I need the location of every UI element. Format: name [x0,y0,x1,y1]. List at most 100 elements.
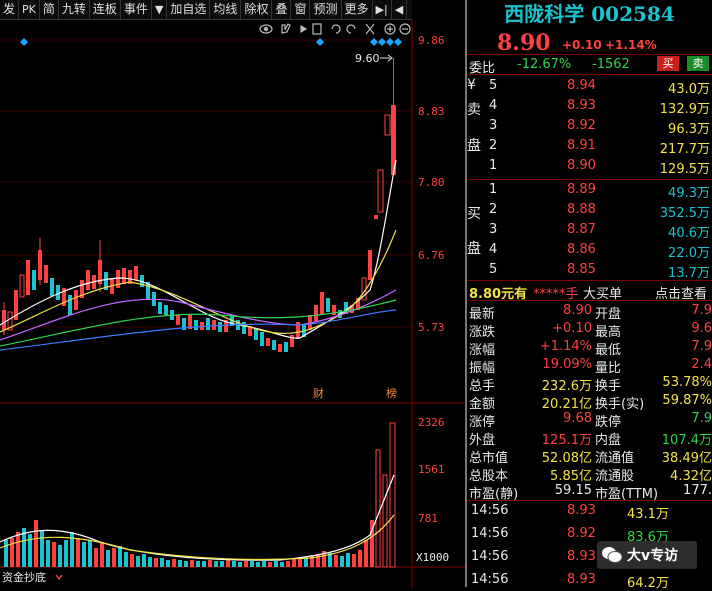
stat-label: 涨跌 [469,325,496,340]
stat-label: 涨幅 [469,343,496,358]
bid-volume: 13.7万 [668,266,710,281]
undo-icon [331,24,341,34]
ask-level: 3 [489,118,498,133]
toolbar-forward-icon[interactable]: ▶| [373,0,392,19]
tick-volume: 43.1万 [627,507,669,522]
price-tick: 9.86 [418,34,445,47]
tick-price: 8.92 [567,526,596,541]
pin-icon [312,23,322,35]
ask-level: 2 [489,138,498,153]
divider [467,500,712,501]
kline-chart[interactable]: 9.60 财 榜 9.86 8.83 7.80 6.76 5.73 2326 1… [0,20,465,587]
tick-price: 8.93 [567,549,596,564]
toolbar-btn-ma[interactable]: 均线 [210,0,242,19]
tick-price: 8.93 [567,503,596,518]
bid-price: 8.87 [567,222,596,237]
price-change-pct: +1.14% [605,38,657,52]
ask-row[interactable]: 4 8.93 132.9万 [467,98,712,117]
ask-row[interactable]: 3 8.92 96.3万 [467,118,712,137]
tick-time: 14:56 [471,549,509,564]
toolbar-btn-fa[interactable]: 发 [0,0,20,19]
event-marker-icon [394,38,402,46]
toolbar-btn-jiuzhuan[interactable]: 九转 [59,0,90,19]
toolbar-btn-predict[interactable]: 预测 [310,0,342,19]
stat-row: 金额 20.21亿 换手(实) 59.87% [467,393,712,412]
buy-button[interactable]: 买 [657,56,679,71]
stat-label: 流通值 [595,451,635,466]
bid-price: 8.86 [567,242,596,257]
event-tag-finance: 财 [313,386,324,400]
tick-time: 14:56 [471,503,509,518]
ask-price: 8.93 [567,98,596,113]
big-order-bar[interactable]: 8.80元有 *****手 大买单 点击查看 [467,283,712,302]
stat-label: 涨停 [469,415,496,430]
stat-label: 振幅 [469,361,496,376]
chevron-down-icon [55,574,63,580]
stat-value: 7.9 [691,411,712,426]
bid-level: 3 [489,222,498,237]
sell-button[interactable]: 卖 [687,56,709,71]
event-marker-icon [20,38,28,46]
stat-value: 5.85亿 [550,469,592,484]
scissors-icon [365,23,375,35]
stat-value: 2.4 [691,357,712,372]
divider [467,300,712,301]
toolbar-dropdown-icon[interactable]: ▼ [152,0,168,19]
stock-name: 西陇科学 [504,2,585,26]
ask-level: 1 [489,158,498,173]
volume-unit: X1000 [416,551,449,564]
toolbar-btn-lianban[interactable]: 连板 [90,0,121,19]
toolbar-btn-overlay[interactable]: 叠 [272,0,292,19]
ma10-line [0,229,397,335]
ask-row[interactable]: 2 8.91 217.7万 [467,138,712,157]
bid-row[interactable]: 1 8.89 49.3万 [467,182,712,201]
stat-row: 涨幅 +1.14% 最低 7.9 [467,339,712,358]
tick-row: 14:56 8.93 43.1万 [467,503,712,522]
watermark: 大v专访 [597,541,697,569]
toolbar-btn-add-watchlist[interactable]: 加自选 [167,0,211,19]
toolbar-btn-window[interactable]: 窗 [291,0,311,19]
ask-volume: 132.9万 [659,102,710,117]
stock-code: 002584 [591,2,675,26]
high-price-marker: 9.60 [355,52,380,65]
zoom-in-plus-icon [387,26,393,32]
toolbar-btn-jian[interactable]: 简 [40,0,59,19]
divider [467,54,712,55]
stat-row: 总股本 5.85亿 流通股 4.32亿 [467,465,712,484]
stat-row: 市盈(静) 59.15 市盈(TTM) 177. [467,483,712,502]
divider [467,179,712,180]
toolbar-btn-more[interactable]: 更多 [342,0,373,19]
stat-label: 换手 [595,379,622,394]
toolbar-btn-pk[interactable]: PK [19,0,40,19]
ask-volume: 96.3万 [668,122,710,137]
bid-row[interactable]: 5 8.85 13.7万 [467,262,712,281]
stat-value: 59.87% [662,393,712,408]
toolbar-btn-shijian[interactable]: 事件 [121,0,152,19]
stat-label: 最高 [595,325,622,340]
ask-row[interactable]: 1 8.90 129.5万 [467,158,712,177]
ask-row[interactable]: 5 8.94 43.0万 [467,78,712,97]
bid-row[interactable]: 2 8.88 352.5万 [467,202,712,221]
volume-bars [4,422,396,568]
play-icon [300,24,308,34]
stat-label: 跌停 [595,415,622,430]
redo-icon [346,24,356,34]
ask-level: 5 [489,78,498,93]
ask-level: 4 [489,98,498,113]
event-tag-list: 榜 [386,386,397,400]
ask-volume: 129.5万 [659,162,710,177]
price-tick: 8.83 [418,105,445,118]
bid-row[interactable]: 3 8.87 40.6万 [467,222,712,241]
bid-row[interactable]: 4 8.86 22.0万 [467,242,712,261]
stat-row: 振幅 19.09% 量比 2.4 [467,357,712,376]
bid-level: 2 [489,202,498,217]
toolbar-collapse-icon[interactable]: ◀ [392,0,408,19]
watermark-text: 大v专访 [627,548,679,564]
toolbar-btn-exright[interactable]: 除权 [241,0,273,19]
bid-level: 5 [489,262,498,277]
stat-row: 外盘 125.1万 内盘 107.4万 [467,429,712,448]
tick-time: 14:56 [471,572,509,587]
ask-price: 8.90 [567,158,596,173]
stat-label: 内盘 [595,433,622,448]
stat-label: 换手(实) [595,397,645,412]
